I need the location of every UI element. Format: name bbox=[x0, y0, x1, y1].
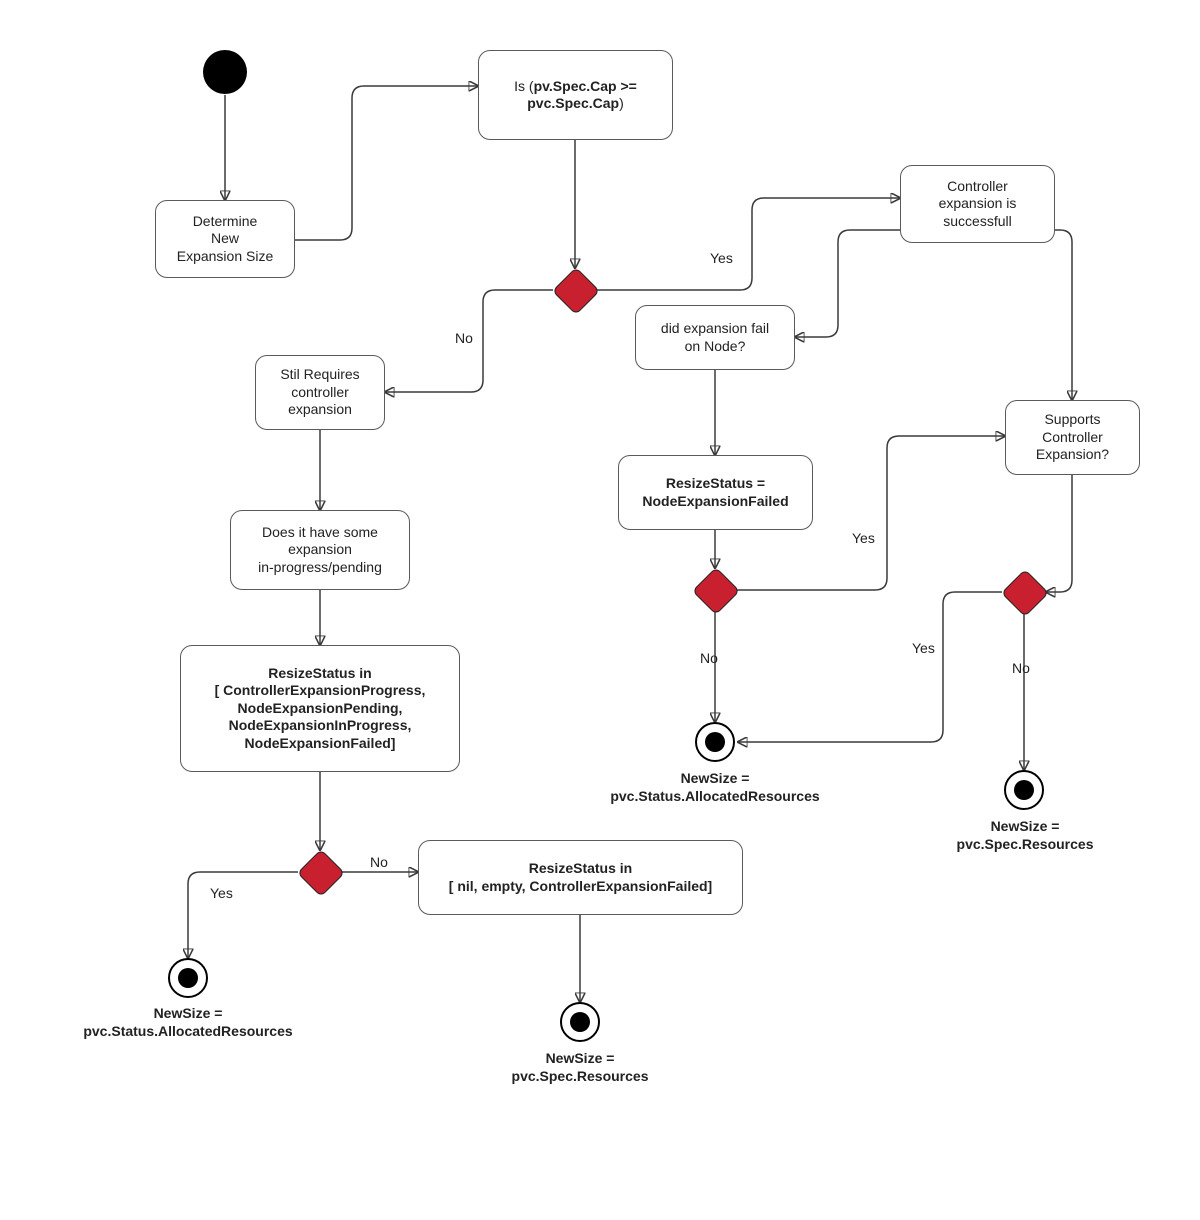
node-still-requires: Stil Requirescontrollerexpansion bbox=[255, 355, 385, 430]
edge-label-no: No bbox=[455, 330, 473, 348]
decision-d4 bbox=[297, 849, 345, 897]
start-node bbox=[203, 50, 247, 94]
node-did-fail: did expansion failon Node? bbox=[635, 305, 795, 370]
node-does-have: Does it have someexpansionin-progress/pe… bbox=[230, 510, 410, 590]
node-text: Is (pv.Spec.Cap >=pvc.Spec.Cap) bbox=[514, 78, 637, 113]
node-text: Stil Requirescontrollerexpansion bbox=[280, 366, 359, 419]
decision-d3 bbox=[1001, 569, 1049, 617]
node-text: Does it have someexpansionin-progress/pe… bbox=[258, 524, 382, 577]
end-node-b bbox=[560, 1002, 600, 1042]
node-supports-controller: SupportsControllerExpansion? bbox=[1005, 400, 1140, 475]
edge-label-no: No bbox=[1012, 660, 1030, 678]
end-node-c bbox=[695, 722, 735, 762]
node-text: Controllerexpansion issuccessfull bbox=[939, 178, 1017, 231]
edge-label-yes: Yes bbox=[852, 530, 875, 548]
end-label-c: NewSize =pvc.Status.AllocatedResources bbox=[575, 770, 855, 805]
decision-d2 bbox=[692, 567, 740, 615]
end-label-d: NewSize =pvc.Spec.Resources bbox=[925, 818, 1125, 853]
edge-label-no: No bbox=[370, 854, 388, 872]
end-node-a bbox=[168, 958, 208, 998]
node-text: DetermineNewExpansion Size bbox=[177, 213, 274, 266]
node-text: ResizeStatus in[ nil, empty, ControllerE… bbox=[449, 860, 712, 895]
decision-d1 bbox=[552, 267, 600, 315]
is-cap-prefix: Is ( bbox=[514, 78, 533, 94]
node-text: SupportsControllerExpansion? bbox=[1036, 411, 1109, 464]
node-resize-status-nil: ResizeStatus in[ nil, empty, ControllerE… bbox=[418, 840, 743, 915]
node-resize-node-failed: ResizeStatus =NodeExpansionFailed bbox=[618, 455, 813, 530]
edge-label-yes: Yes bbox=[210, 885, 233, 903]
edge-label-yes: Yes bbox=[912, 640, 935, 658]
node-determine: DetermineNewExpansion Size bbox=[155, 200, 295, 278]
flowchart-canvas: DetermineNewExpansion Size Is (pv.Spec.C… bbox=[0, 0, 1200, 1220]
node-resize-status-set: ResizeStatus in[ ControllerExpansionProg… bbox=[180, 645, 460, 772]
node-text: ResizeStatus =NodeExpansionFailed bbox=[642, 475, 788, 510]
node-text: did expansion failon Node? bbox=[661, 320, 769, 355]
end-label-b: NewSize =pvc.Spec.Resources bbox=[480, 1050, 680, 1085]
node-is-cap: Is (pv.Spec.Cap >=pvc.Spec.Cap) bbox=[478, 50, 673, 140]
node-controller-success: Controllerexpansion issuccessfull bbox=[900, 165, 1055, 243]
node-text: ResizeStatus in[ ControllerExpansionProg… bbox=[215, 665, 426, 753]
end-node-d bbox=[1004, 770, 1044, 810]
edge-label-no: No bbox=[700, 650, 718, 668]
is-cap-suffix: ) bbox=[619, 95, 624, 111]
edge-label-yes: Yes bbox=[710, 250, 733, 268]
end-label-a: NewSize =pvc.Status.AllocatedResources bbox=[50, 1005, 326, 1040]
